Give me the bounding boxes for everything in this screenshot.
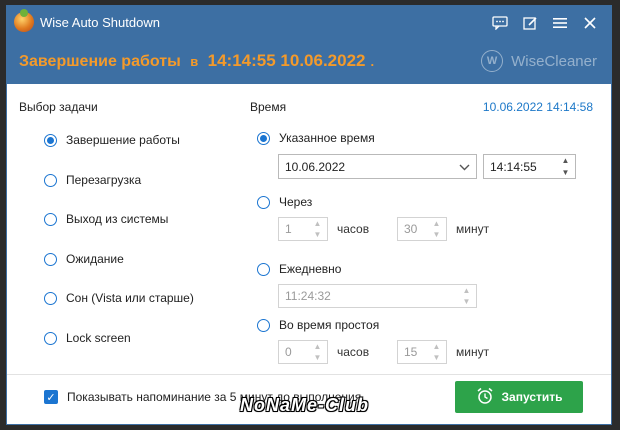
spin-up-icon[interactable]: ▲ <box>314 342 322 351</box>
spin-down-icon[interactable]: ▼ <box>433 353 441 362</box>
date-dropdown[interactable]: 10.06.2022 <box>278 154 477 179</box>
headline-action: Завершение работы <box>19 53 181 70</box>
radio-button[interactable] <box>44 331 57 345</box>
app-logo-icon <box>14 9 34 32</box>
time-option-after[interactable]: Через <box>257 195 312 209</box>
radio-button[interactable] <box>44 291 57 305</box>
brand-logo: W WiseCleaner <box>481 50 597 72</box>
daily-time-stepper[interactable]: 11:24:32 ▲ ▼ <box>278 284 477 308</box>
after-hours-value: 1 <box>285 222 292 236</box>
time-option-label: Ежедневно <box>279 262 342 276</box>
spin-up-icon[interactable]: ▲ <box>433 219 441 228</box>
idle-minutes-value: 15 <box>404 345 418 359</box>
spin-buttons[interactable]: ▲ ▼ <box>460 286 473 306</box>
spin-buttons[interactable]: ▲ ▼ <box>430 342 443 362</box>
wisecleaner-icon: W <box>481 50 504 72</box>
after-hours-stepper[interactable]: 1 ▲ ▼ <box>278 217 328 241</box>
task-section-title: Выбор задачи <box>19 100 98 114</box>
radio-button[interactable] <box>257 318 270 332</box>
task-option-label: Ожидание <box>66 252 124 266</box>
spin-up-icon[interactable]: ▲ <box>562 156 570 165</box>
idle-hours-stepper[interactable]: 0 ▲ ▼ <box>278 340 328 364</box>
current-datetime: 10.06.2022 14:14:58 <box>482 100 593 114</box>
task-option-restart[interactable]: Перезагрузка <box>44 173 141 187</box>
title-bar: Wise Auto Shutdown Завершение работы в 1… <box>7 6 611 84</box>
idle-minutes-unit: минут <box>456 345 490 359</box>
after-minutes-value: 30 <box>404 222 418 236</box>
spin-up-icon[interactable]: ▲ <box>463 286 471 295</box>
radio-button[interactable] <box>257 262 270 276</box>
radio-button[interactable] <box>257 195 270 209</box>
time-value: 14:14:55 <box>490 159 537 174</box>
spin-down-icon[interactable]: ▼ <box>314 353 322 362</box>
alarm-clock-icon <box>476 387 494 408</box>
radio-button[interactable] <box>44 252 57 266</box>
spin-buttons[interactable]: ▲ ▼ <box>311 219 324 239</box>
chevron-down-icon[interactable] <box>459 160 470 174</box>
edit-icon[interactable] <box>517 12 543 34</box>
main-content: Выбор задачи Время 10.06.2022 14:14:58 З… <box>7 84 611 374</box>
task-option-label: Перезагрузка <box>66 173 142 187</box>
spin-up-icon[interactable]: ▲ <box>314 219 322 228</box>
time-option-daily[interactable]: Ежедневно <box>257 262 341 276</box>
spin-buttons[interactable]: ▲ ▼ <box>430 219 443 239</box>
idle-hours-value: 0 <box>285 345 292 359</box>
time-section-title: Время <box>250 100 287 114</box>
headline-datetime: 14:14:55 10.06.2022 <box>207 51 366 70</box>
app-window: Wise Auto Shutdown Завершение работы в 1… <box>6 5 612 425</box>
radio-button[interactable] <box>44 133 57 147</box>
time-option-idle[interactable]: Во время простоя <box>257 318 379 332</box>
idle-minutes-stepper[interactable]: 15 ▲ ▼ <box>397 340 447 364</box>
after-hours-unit: часов <box>337 222 370 236</box>
menu-icon[interactable] <box>547 12 573 34</box>
radio-button[interactable] <box>44 173 57 187</box>
task-option-sleep[interactable]: Сон (Vista или старше) <box>44 291 194 305</box>
scheduled-headline: Завершение работы в 14:14:55 10.06.2022. <box>19 51 379 71</box>
spin-down-icon[interactable]: ▼ <box>314 230 322 239</box>
task-option-label: Сон (Vista или старше) <box>66 291 194 305</box>
task-option-label: Завершение работы <box>66 133 180 147</box>
headline-dot: . <box>370 54 375 69</box>
spin-up-icon[interactable]: ▲ <box>433 342 441 351</box>
after-minutes-unit: минут <box>456 222 490 236</box>
time-option-label: Во время простоя <box>279 318 380 332</box>
idle-hours-unit: часов <box>337 345 370 359</box>
time-option-label: Через <box>279 195 313 209</box>
task-option-standby[interactable]: Ожидание <box>44 252 124 266</box>
message-icon[interactable] <box>487 12 513 34</box>
daily-time-value: 11:24:32 <box>285 289 331 303</box>
task-option-label: Выход из системы <box>66 212 169 226</box>
radio-button[interactable] <box>257 131 270 145</box>
spin-down-icon[interactable]: ▼ <box>562 168 570 177</box>
app-title: Wise Auto Shutdown <box>40 15 160 30</box>
task-option-shutdown[interactable]: Завершение работы <box>44 133 180 147</box>
brand-name: WiseCleaner <box>511 52 597 70</box>
spin-buttons[interactable]: ▲ ▼ <box>311 342 324 362</box>
task-option-logoff[interactable]: Выход из системы <box>44 212 168 226</box>
headline-in: в <box>190 54 199 69</box>
reminder-checkbox[interactable]: ✓ <box>44 390 58 404</box>
task-option-label: Lock screen <box>66 331 131 345</box>
spin-down-icon[interactable]: ▼ <box>433 230 441 239</box>
time-option-label: Указанное время <box>279 131 375 145</box>
watermark: NoNaMe-Club <box>240 395 369 415</box>
time-stepper[interactable]: 14:14:55 ▲ ▼ <box>483 154 576 179</box>
close-icon[interactable] <box>577 12 603 34</box>
spin-down-icon[interactable]: ▼ <box>463 297 471 306</box>
after-minutes-stepper[interactable]: 30 ▲ ▼ <box>397 217 447 241</box>
date-value: 10.06.2022 <box>285 159 346 174</box>
start-button-label: Запустить <box>501 390 563 404</box>
task-option-lock[interactable]: Lock screen <box>44 331 131 345</box>
titlebar-controls <box>487 12 603 34</box>
start-button[interactable]: Запустить <box>455 381 583 413</box>
spin-buttons[interactable]: ▲ ▼ <box>559 156 572 177</box>
time-option-specified[interactable]: Указанное время <box>257 131 375 145</box>
radio-button[interactable] <box>44 212 57 226</box>
